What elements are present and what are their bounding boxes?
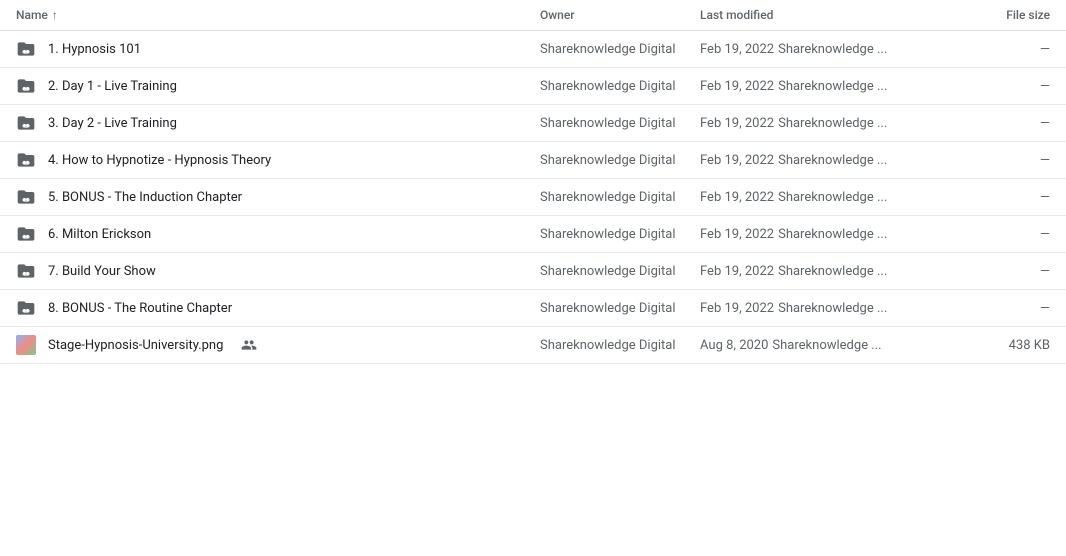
modified-cell: Feb 19, 2022 Shareknowledge ... — [700, 227, 950, 242]
folder-icon — [16, 39, 36, 59]
modified-cell: Feb 19, 2022 Shareknowledge ... — [700, 301, 950, 316]
modified-date-label: Feb 19, 2022 — [700, 79, 774, 94]
file-name-cell: 6. Milton Erickson — [16, 224, 540, 244]
filesize-cell: — — [950, 264, 1050, 279]
file-name-label: 2. Day 1 - Live Training — [48, 79, 177, 94]
table-row[interactable]: Stage-Hypnosis-University.png Shareknowl… — [0, 327, 1066, 364]
folder-icon — [16, 224, 36, 244]
modified-by-label: Shareknowledge ... — [778, 264, 887, 279]
file-name-cell: 3. Day 2 - Live Training — [16, 113, 540, 133]
table-row[interactable]: 6. Milton Erickson Shareknowledge Digita… — [0, 216, 1066, 253]
file-name-label: 8. BONUS - The Routine Chapter — [48, 301, 232, 316]
filesize-cell: — — [950, 190, 1050, 205]
table-header: Name ↑ Owner Last modified File size — [0, 0, 1066, 31]
modified-cell: Feb 19, 2022 Shareknowledge ... — [700, 116, 950, 131]
folder-icon — [16, 113, 36, 133]
file-name-cell: 1. Hypnosis 101 — [16, 39, 540, 59]
modified-cell: Feb 19, 2022 Shareknowledge ... — [700, 264, 950, 279]
filesize-cell: — — [950, 79, 1050, 94]
modified-by-label: Shareknowledge ... — [778, 190, 887, 205]
owner-cell: Shareknowledge Digital — [540, 190, 700, 205]
modified-cell: Aug 8, 2020 Shareknowledge ... — [700, 338, 950, 353]
modified-date-label: Aug 8, 2020 — [700, 338, 768, 353]
file-name-cell: 2. Day 1 - Live Training — [16, 76, 540, 96]
table-row[interactable]: 3. Day 2 - Live Training Shareknowledge … — [0, 105, 1066, 142]
owner-cell: Shareknowledge Digital — [540, 42, 700, 57]
owner-cell: Shareknowledge Digital — [540, 338, 700, 353]
modified-date-label: Feb 19, 2022 — [700, 153, 774, 168]
owner-cell: Shareknowledge Digital — [540, 116, 700, 131]
modified-date-label: Feb 19, 2022 — [700, 227, 774, 242]
file-name-cell: 5. BONUS - The Induction Chapter — [16, 187, 540, 207]
owner-cell: Shareknowledge Digital — [540, 264, 700, 279]
file-name-cell: 8. BONUS - The Routine Chapter — [16, 298, 540, 318]
table-row[interactable]: 4. How to Hypnotize - Hypnosis Theory Sh… — [0, 142, 1066, 179]
name-header-label: Name — [16, 8, 48, 22]
file-name-label: 1. Hypnosis 101 — [48, 42, 141, 57]
filesize-cell: 438 KB — [950, 338, 1050, 353]
folder-icon — [16, 187, 36, 207]
file-name-label: 6. Milton Erickson — [48, 227, 151, 242]
owner-cell: Shareknowledge Digital — [540, 227, 700, 242]
modified-cell: Feb 19, 2022 Shareknowledge ... — [700, 190, 950, 205]
table-row[interactable]: 7. Build Your Show Shareknowledge Digita… — [0, 253, 1066, 290]
modified-date-label: Feb 19, 2022 — [700, 190, 774, 205]
folder-icon — [16, 150, 36, 170]
rows-container: 1. Hypnosis 101 Shareknowledge Digital F… — [0, 31, 1066, 364]
modified-by-label: Shareknowledge ... — [778, 42, 887, 57]
folder-icon — [16, 298, 36, 318]
file-list: Name ↑ Owner Last modified File size — [0, 0, 1066, 364]
filesize-cell: — — [950, 153, 1050, 168]
filesize-cell: — — [950, 42, 1050, 57]
modified-by-label: Shareknowledge ... — [778, 153, 887, 168]
owner-cell: Shareknowledge Digital — [540, 153, 700, 168]
owner-cell: Shareknowledge Digital — [540, 79, 700, 94]
file-name-label: 3. Day 2 - Live Training — [48, 116, 177, 131]
modified-by-label: Shareknowledge ... — [778, 227, 887, 242]
file-name-label: 5. BONUS - The Induction Chapter — [48, 190, 242, 205]
modified-date-label: Feb 19, 2022 — [700, 264, 774, 279]
file-name-cell: 7. Build Your Show — [16, 261, 540, 281]
modified-date-label: Feb 19, 2022 — [700, 42, 774, 57]
modified-by-label: Shareknowledge ... — [778, 116, 887, 131]
file-name-label: Stage-Hypnosis-University.png — [48, 338, 223, 353]
owner-cell: Shareknowledge Digital — [540, 301, 700, 316]
filesize-column-header[interactable]: File size — [950, 8, 1050, 22]
modified-date-label: Feb 19, 2022 — [700, 116, 774, 131]
modified-by-label: Shareknowledge ... — [778, 79, 887, 94]
modified-column-header[interactable]: Last modified — [700, 8, 950, 22]
modified-cell: Feb 19, 2022 Shareknowledge ... — [700, 79, 950, 94]
modified-by-label: Shareknowledge ... — [778, 301, 887, 316]
file-name-cell: 4. How to Hypnotize - Hypnosis Theory — [16, 150, 540, 170]
file-name-label: 7. Build Your Show — [48, 264, 156, 279]
sort-arrow-icon: ↑ — [52, 8, 58, 22]
folder-icon — [16, 76, 36, 96]
folder-icon — [16, 261, 36, 281]
shared-icon — [241, 337, 257, 353]
table-row[interactable]: 5. BONUS - The Induction Chapter Sharekn… — [0, 179, 1066, 216]
file-name-label: 4. How to Hypnotize - Hypnosis Theory — [48, 153, 271, 168]
table-row[interactable]: 2. Day 1 - Live Training Shareknowledge … — [0, 68, 1066, 105]
file-thumbnail-icon — [16, 335, 36, 355]
modified-date-label: Feb 19, 2022 — [700, 301, 774, 316]
modified-cell: Feb 19, 2022 Shareknowledge ... — [700, 153, 950, 168]
name-column-header[interactable]: Name ↑ — [16, 8, 540, 22]
table-row[interactable]: 8. BONUS - The Routine Chapter Shareknow… — [0, 290, 1066, 327]
filesize-cell: — — [950, 116, 1050, 131]
file-name-cell: Stage-Hypnosis-University.png — [16, 335, 540, 355]
modified-by-label: Shareknowledge ... — [772, 338, 881, 353]
filesize-cell: — — [950, 301, 1050, 316]
table-row[interactable]: 1. Hypnosis 101 Shareknowledge Digital F… — [0, 31, 1066, 68]
filesize-cell: — — [950, 227, 1050, 242]
modified-cell: Feb 19, 2022 Shareknowledge ... — [700, 42, 950, 57]
owner-column-header[interactable]: Owner — [540, 8, 700, 22]
